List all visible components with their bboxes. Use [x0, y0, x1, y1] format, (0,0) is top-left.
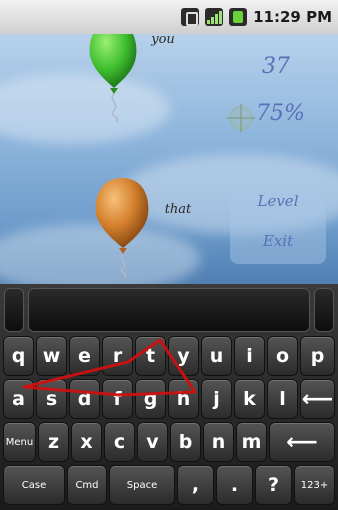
- cloud: [0, 74, 170, 144]
- suggestion-bar[interactable]: [28, 288, 310, 332]
- key-c[interactable]: c: [104, 422, 135, 462]
- balloon-icon: [95, 178, 149, 279]
- comma-key[interactable]: ,: [177, 465, 214, 505]
- key-j[interactable]: j: [201, 379, 232, 419]
- exit-button[interactable]: Exit: [230, 232, 326, 250]
- key-r[interactable]: r: [102, 336, 133, 376]
- accuracy-value: 75%: [256, 101, 305, 126]
- key-n[interactable]: n: [203, 422, 234, 462]
- space-key[interactable]: Space: [109, 465, 175, 505]
- suggestion-right[interactable]: [314, 288, 334, 332]
- key-v[interactable]: v: [137, 422, 168, 462]
- menu-key[interactable]: Menu: [3, 422, 36, 462]
- battery-icon: [229, 8, 248, 26]
- crosshair-icon: [227, 104, 255, 132]
- status-time: 11:29 PM: [253, 8, 332, 26]
- balloon-that[interactable]: that: [94, 178, 191, 279]
- question-key[interactable]: ?: [255, 465, 292, 505]
- soft-keyboard: q w e r t y u i o p a s d f g h j k l ⟵ …: [0, 284, 338, 510]
- case-key[interactable]: Case: [3, 465, 65, 505]
- key-b[interactable]: b: [170, 422, 201, 462]
- key-z[interactable]: z: [38, 422, 69, 462]
- numbers-key[interactable]: 123+: [294, 465, 335, 505]
- key-k[interactable]: k: [234, 379, 265, 419]
- balloon-icon: [89, 34, 137, 123]
- key-y[interactable]: y: [168, 336, 199, 376]
- key-w[interactable]: w: [36, 336, 67, 376]
- balloon-word: that: [164, 202, 192, 217]
- cmd-key[interactable]: Cmd: [67, 465, 107, 505]
- key-l[interactable]: l: [267, 379, 298, 419]
- key-x[interactable]: x: [71, 422, 102, 462]
- key-m[interactable]: m: [236, 422, 267, 462]
- backspace-key[interactable]: ⟵: [300, 379, 335, 419]
- key-h[interactable]: h: [168, 379, 199, 419]
- key-q[interactable]: q: [3, 336, 34, 376]
- suggestion-strip: [4, 288, 334, 332]
- key-e[interactable]: e: [69, 336, 100, 376]
- enter-icon: ⟵: [286, 429, 318, 455]
- score-value: 37: [262, 54, 290, 79]
- key-f[interactable]: f: [102, 379, 133, 419]
- balloon-you[interactable]: you: [88, 34, 175, 123]
- period-key[interactable]: .: [216, 465, 253, 505]
- key-o[interactable]: o: [267, 336, 298, 376]
- key-p[interactable]: p: [300, 336, 335, 376]
- notification-icon: [181, 8, 200, 26]
- game-area[interactable]: you 37 75% that Level Exit: [0, 34, 338, 284]
- signal-icon: [205, 8, 224, 26]
- key-a[interactable]: a: [3, 379, 34, 419]
- suggestion-left[interactable]: [4, 288, 24, 332]
- level-button[interactable]: Level: [230, 192, 326, 210]
- key-u[interactable]: u: [201, 336, 232, 376]
- enter-key[interactable]: ⟵: [269, 422, 335, 462]
- balloon-word: you: [151, 34, 175, 47]
- key-g[interactable]: g: [135, 379, 166, 419]
- status-bar: 11:29 PM: [0, 0, 338, 34]
- game-menu-panel: Level Exit: [230, 180, 326, 264]
- backspace-icon: ⟵: [301, 386, 334, 412]
- key-t[interactable]: t: [135, 336, 166, 376]
- key-s[interactable]: s: [36, 379, 67, 419]
- key-d[interactable]: d: [69, 379, 100, 419]
- key-i[interactable]: i: [234, 336, 265, 376]
